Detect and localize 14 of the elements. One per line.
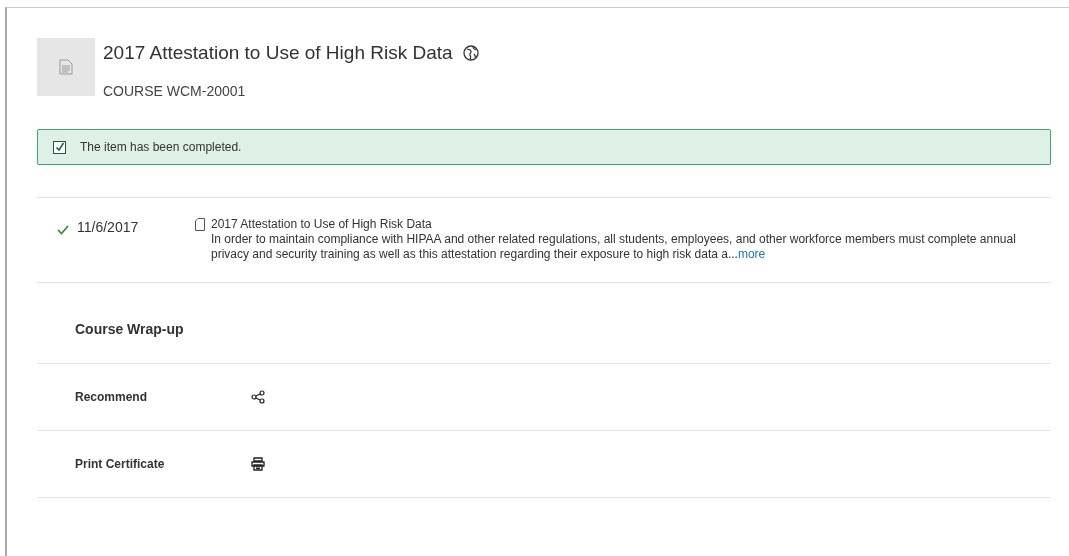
activity-description: In order to maintain compliance with HIPAA and other related regulations, all students, employees, and other workforce members must complete annual privacy and security training as well as this attestation regarding their exposure to high risk data a...more <box>211 232 1017 262</box>
more-link[interactable]: more <box>737 247 766 261</box>
printer-icon[interactable] <box>251 457 265 471</box>
notice-text: The item has been completed. <box>80 140 242 154</box>
section-heading: Course Wrap-up <box>75 321 184 337</box>
course-code: COURSE WCM-20001 <box>103 83 247 99</box>
document-icon <box>59 59 73 75</box>
activity-date: 11/6/2017 <box>77 218 140 235</box>
activity-title: 2017 Attestation to Use of High Risk Data <box>211 217 433 232</box>
action-label: Recommend <box>75 390 149 404</box>
action-label: Print Certificate <box>75 457 166 471</box>
share-icon[interactable] <box>251 390 265 404</box>
course-title: 2017 Attestation to Use of High Risk Data <box>103 42 453 64</box>
globe-icon <box>462 45 479 61</box>
